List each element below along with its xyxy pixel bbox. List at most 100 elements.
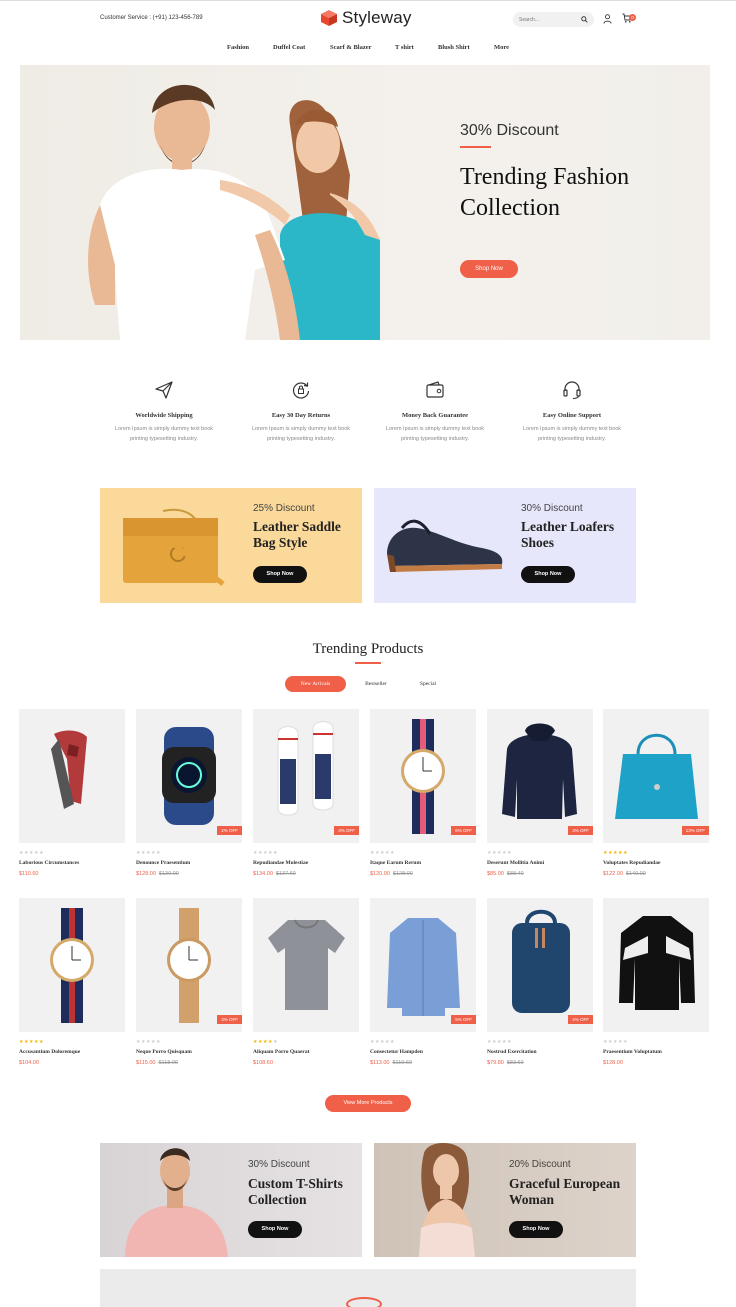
product-image[interactable]: 3% OFF: [487, 709, 593, 843]
product-image[interactable]: [19, 709, 125, 843]
product-card[interactable]: 5% OFF ★★★★★ Consectetur Hampden $113.00 $11…: [370, 898, 476, 1066]
product-price: $122.00 $140.00: [603, 871, 709, 877]
banner-shop-now-button[interactable]: Shop Now: [253, 566, 307, 583]
star-rating: ★★★★★: [370, 1039, 395, 1045]
tab-bestseller[interactable]: Bestseller: [353, 676, 399, 692]
hero-shop-now-button[interactable]: Shop Now: [460, 260, 518, 278]
promo-custom-tshirts[interactable]: 30% Discount Custom T-Shirts Collection S…: [100, 1143, 362, 1257]
star-rating: ★★★★★: [19, 850, 44, 856]
price-old: $88.40: [506, 871, 524, 877]
product-photo: [51, 730, 87, 809]
product-name[interactable]: Consectetur Hampden: [370, 1049, 476, 1055]
product-image[interactable]: 2% OFF: [136, 709, 242, 843]
product-name[interactable]: Laborious Circumstances: [19, 860, 125, 866]
brand-name: Styleway: [342, 8, 412, 27]
product-photo: [619, 916, 695, 1010]
product-image[interactable]: 4% OFF: [487, 898, 593, 1032]
search-input[interactable]: [519, 16, 579, 23]
nav-item-tshirt[interactable]: T shirt: [395, 44, 414, 51]
nav-item-blush-shirt[interactable]: Blush Shirt: [438, 44, 470, 51]
product-photo: [167, 908, 211, 1023]
product-photo: [50, 908, 94, 1023]
product-name[interactable]: Neque Porro Quisquam: [136, 1049, 242, 1055]
tab-special[interactable]: Special: [408, 676, 448, 692]
product-name[interactable]: Deserunt Mollitia Animi: [487, 860, 593, 866]
product-price: $85.00 $88.40: [487, 871, 593, 877]
price-old: $140.00: [625, 871, 646, 877]
product-name[interactable]: Praesentium Voluptatum: [603, 1049, 709, 1055]
star-rating: ★★★★★: [136, 850, 161, 856]
promo-shop-now-button[interactable]: Shop Now: [248, 1221, 302, 1238]
discount-badge: 3% OFF: [568, 826, 593, 835]
cube-logo-icon: [321, 10, 337, 26]
banner-leather-loafers[interactable]: 30% Discount Leather Loafers Shoes Shop N…: [374, 488, 636, 603]
product-price: $110.60: [19, 871, 125, 877]
product-name[interactable]: Aliquam Porro Quaerat: [253, 1049, 359, 1055]
product-photo: [268, 919, 345, 1010]
promo-title: Custom T-Shirts Collection: [248, 1176, 343, 1208]
promo-discount: 30% Discount: [248, 1159, 310, 1170]
product-name[interactable]: Repudiandae Molestiae: [253, 860, 359, 866]
product-card[interactable]: 3% OFF ★★★★★ Repudiandae Molestiae $134.00 $…: [253, 709, 359, 877]
product-card[interactable]: 6% OFF ★★★★★ Itaque Earum Rerum $120.00 $128…: [370, 709, 476, 877]
product-card[interactable]: ★★★★★ Praesentium Voluptatum $128.00: [603, 898, 709, 1066]
view-more-products-button[interactable]: View More Products: [325, 1095, 411, 1112]
product-card[interactable]: ★★★★★ Accusantium Doloremque $104.00: [19, 898, 125, 1066]
feature-desc: Lorem Ipsum is simply dummy text book pri…: [507, 424, 637, 444]
product-image[interactable]: 5% OFF: [370, 898, 476, 1032]
product-image[interactable]: 6% OFF: [370, 709, 476, 843]
product-card[interactable]: 4% OFF ★★★★★ Nostrud Exercitation $79.80 $83…: [487, 898, 593, 1066]
feature-worldwide-shipping: Worldwide Shipping Lorem Ipsum is simply…: [99, 380, 229, 444]
discount-badge: 13% OFF: [681, 826, 709, 835]
product-name[interactable]: Nostrud Exercitation: [487, 1049, 593, 1055]
product-price: $104.00: [19, 1060, 125, 1066]
banner-leather-bag[interactable]: 25% Discount Leather Saddle Bag Style Sho…: [100, 488, 362, 603]
product-name[interactable]: Denounce Praesentium: [136, 860, 242, 866]
banner-title-line2: Bag Style: [253, 535, 308, 550]
price-current: $104.00: [19, 1060, 39, 1066]
nav-item-duffel-coat[interactable]: Duffel Coat: [273, 44, 305, 51]
promo-title-line2: Collection: [248, 1192, 307, 1207]
customer-service-text: Customer Service : (+91) 123-456-789: [100, 15, 203, 21]
feature-desc-line1: Lorem Ipsum is simply dummy text book: [385, 426, 485, 432]
product-card[interactable]: ★★★★★ Laborious Circumstances $110.60: [19, 709, 125, 877]
hero-discount: 30% Discount: [460, 122, 559, 139]
product-image[interactable]: 3% OFF: [253, 709, 359, 843]
product-name[interactable]: Itaque Earum Rerum: [370, 860, 476, 866]
product-card[interactable]: 2% OFF ★★★★★ Denounce Praesentium $128.00 $1…: [136, 709, 242, 877]
product-card[interactable]: ★★★★★ Aliquam Porro Quaerat $108.60: [253, 898, 359, 1066]
discount-badge: 5% OFF: [451, 1015, 476, 1024]
promo-shop-now-button[interactable]: Shop Now: [509, 1221, 563, 1238]
star-rating: ★★★★★: [603, 850, 628, 856]
product-price: $79.80 $83.60: [487, 1060, 593, 1066]
banner-shop-now-button[interactable]: Shop Now: [521, 566, 575, 583]
product-image[interactable]: [253, 898, 359, 1032]
handbag-image: [123, 508, 225, 586]
product-card[interactable]: 13% OFF ★★★★★ Voluptates Repudiandae $122.0…: [603, 709, 709, 877]
tab-new-arrivals[interactable]: New Arrivals: [285, 676, 346, 692]
feature-desc: Lorem Ipsum is simply dummy text book pri…: [370, 424, 500, 444]
feature-desc-line2: printing typesetting industry.: [129, 436, 199, 442]
product-image[interactable]: 3% OFF: [136, 898, 242, 1032]
product-name[interactable]: Voluptates Repudiandae: [603, 860, 709, 866]
product-image[interactable]: [19, 898, 125, 1032]
search-box[interactable]: [513, 12, 594, 27]
product-image[interactable]: [603, 898, 709, 1032]
nav-item-more[interactable]: More: [494, 44, 509, 51]
paper-plane-icon: [155, 381, 173, 399]
feature-title: Worldwide Shipping: [135, 412, 193, 419]
nav-item-scarf-blazer[interactable]: Scarf & Blazer: [330, 44, 372, 51]
promo-graceful-woman[interactable]: 20% Discount Graceful European Woman Shop…: [374, 1143, 636, 1257]
product-name[interactable]: Accusantium Doloremque: [19, 1049, 125, 1055]
brand-logo[interactable]: Styleway: [320, 8, 412, 28]
product-photo: [615, 733, 698, 819]
hero-title: Trending Fashion Collection: [460, 162, 629, 224]
user-icon[interactable]: [603, 14, 612, 24]
search-icon[interactable]: [581, 16, 588, 23]
nav-item-fashion[interactable]: Fashion: [227, 44, 249, 51]
product-photo: [502, 723, 577, 819]
product-card[interactable]: 3% OFF ★★★★★ Deserunt Mollitia Animi $85.00…: [487, 709, 593, 877]
product-price: $113.00 $119.60: [370, 1060, 476, 1066]
product-image[interactable]: 13% OFF: [603, 709, 709, 843]
product-card[interactable]: 3% OFF ★★★★★ Neque Porro Quisquam $115.00 $1…: [136, 898, 242, 1066]
